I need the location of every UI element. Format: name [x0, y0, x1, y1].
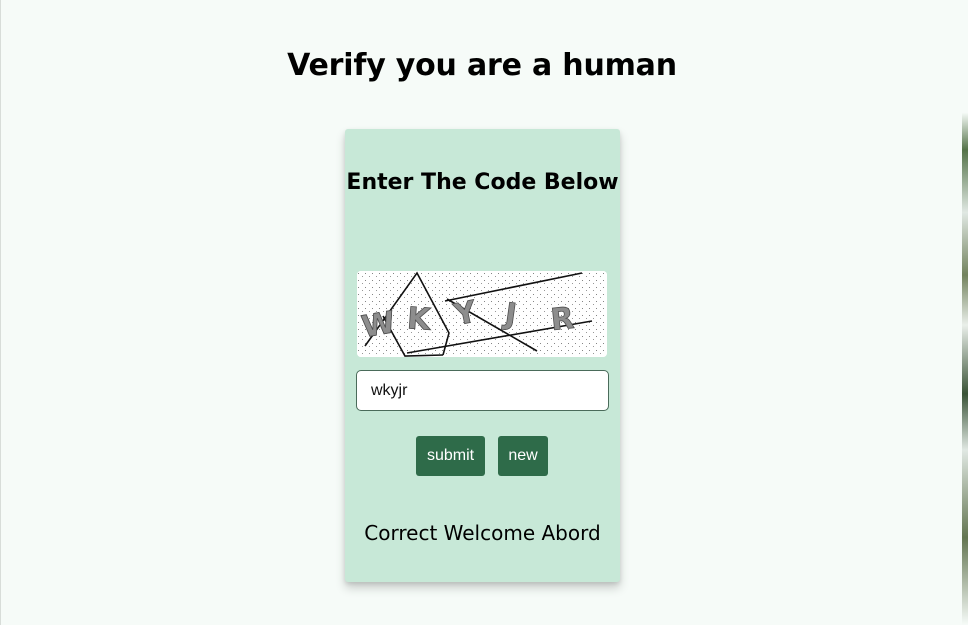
svg-text:R: R	[549, 301, 576, 338]
captcha-image: W W K Y J R	[357, 271, 607, 357]
page: Verify you are a human Enter The Code Be…	[0, 0, 968, 625]
page-title: Verify you are a human	[287, 48, 677, 83]
new-captcha-button[interactable]: new	[498, 436, 548, 476]
status-message: Correct Welcome Abord	[364, 521, 601, 545]
card-title: Enter The Code Below	[346, 170, 619, 195]
background-edge	[962, 0, 968, 625]
svg-text:K: K	[406, 301, 433, 338]
submit-button[interactable]: submit	[416, 436, 485, 476]
captcha-card: Enter The Code Below W W K Y J R wkyjr s…	[345, 129, 620, 582]
svg-text:W: W	[359, 305, 398, 345]
captcha-input[interactable]	[356, 370, 609, 411]
